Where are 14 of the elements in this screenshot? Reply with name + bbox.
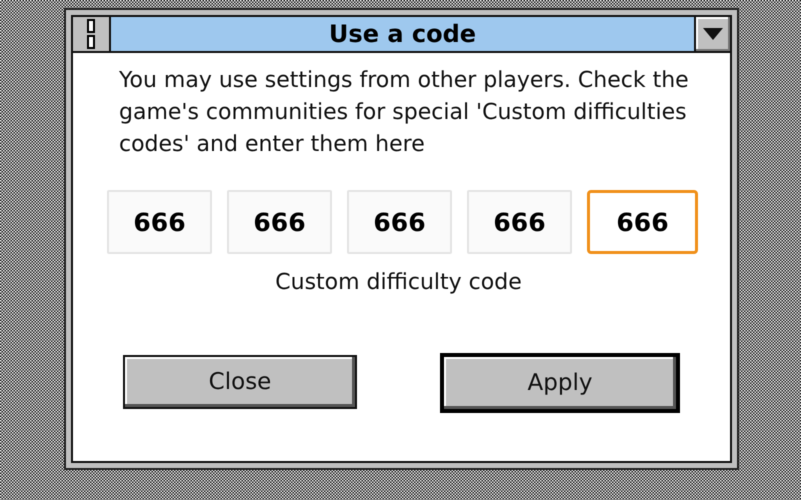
code-field[interactable]: 666 — [587, 190, 698, 254]
window-title: Use a code — [328, 19, 478, 50]
code-field[interactable]: 666 — [227, 190, 332, 254]
system-menu-button[interactable] — [73, 17, 111, 51]
dropdown-button[interactable] — [694, 17, 730, 51]
dialog-button[interactable]: Close — [123, 355, 357, 409]
caret-icon — [703, 28, 723, 40]
code-field[interactable]: 666 — [467, 190, 572, 254]
field-caption: Custom difficulty code — [274, 269, 523, 297]
system-menu-icon — [87, 19, 95, 49]
code-field[interactable]: 666 — [107, 190, 212, 254]
dialog-button[interactable]: Apply — [440, 353, 680, 413]
instruction-text: You may use settings from other players. Check the game's communities for special 'Custom difficulties codes' and enter them here — [119, 67, 690, 159]
code-field[interactable]: 666 — [347, 190, 452, 254]
